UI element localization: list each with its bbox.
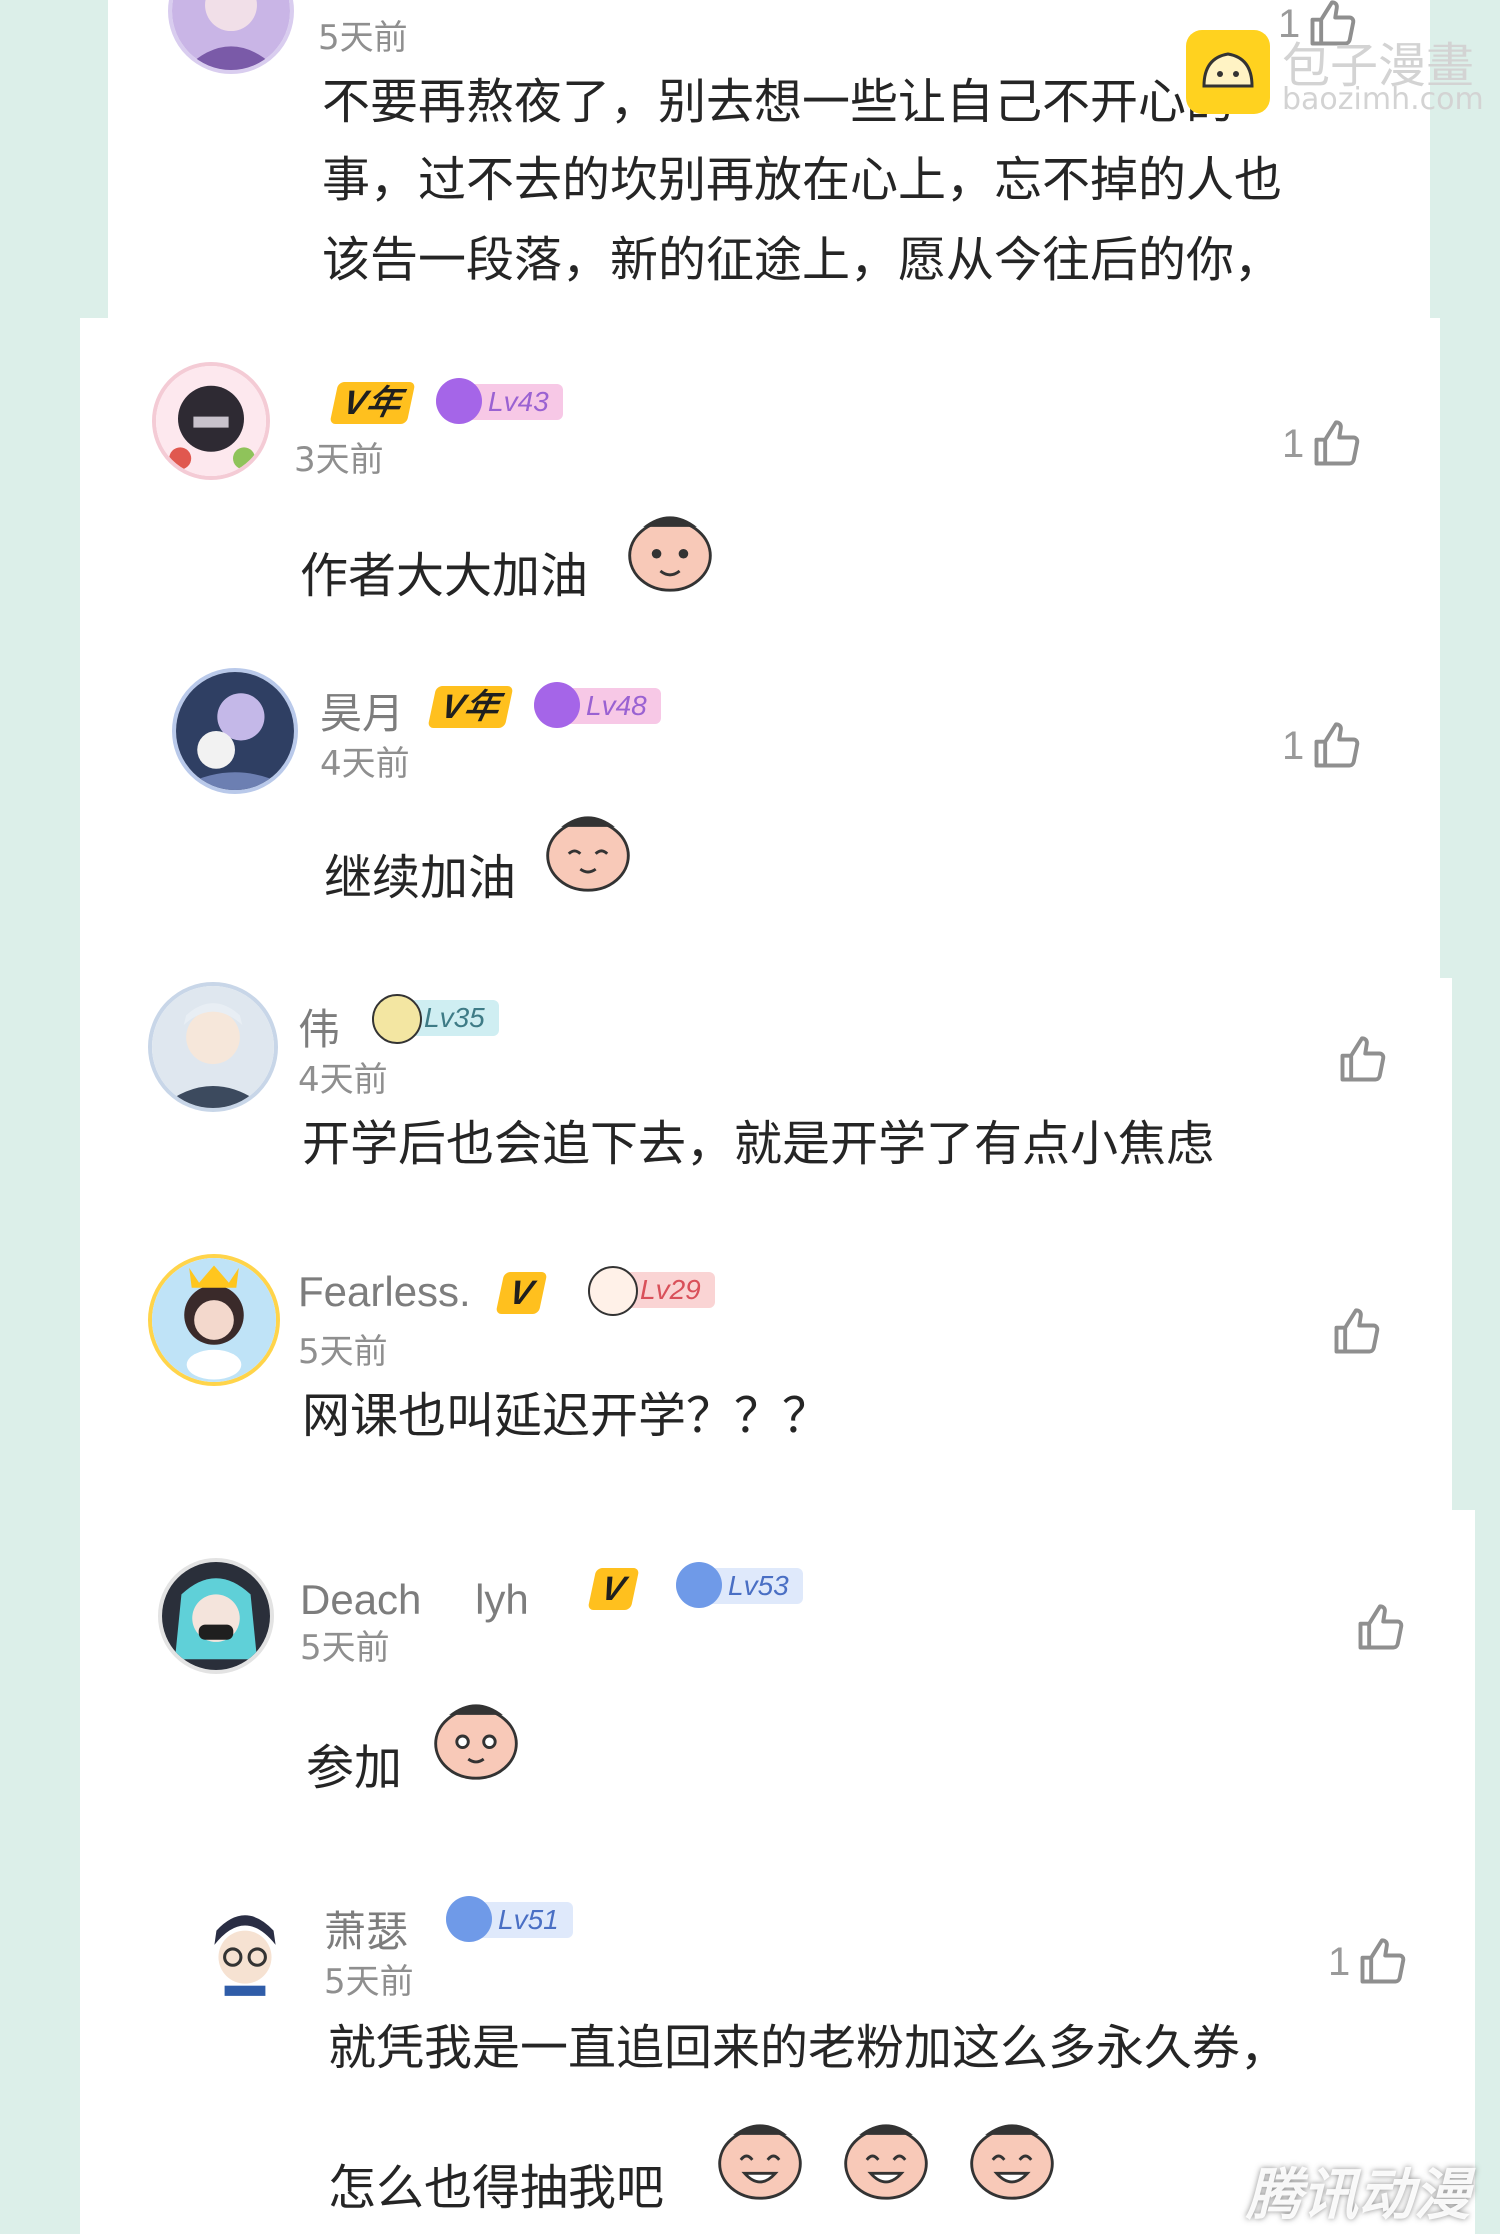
bun-logo-icon	[1186, 30, 1270, 114]
like-count: 1	[1282, 421, 1305, 466]
level-star-icon	[446, 1896, 492, 1942]
comment-time: 5天前	[298, 1332, 388, 1372]
level-badge: Lv35	[372, 994, 499, 1044]
username[interactable]: 伟	[298, 996, 340, 1057]
vip-badge: V	[495, 1272, 548, 1314]
level-text: Lv51	[498, 1904, 559, 1935]
thumbs-up-icon	[1358, 1604, 1404, 1650]
avatar-image-icon	[176, 672, 294, 790]
thumbs-up-icon	[1334, 1308, 1380, 1354]
avatar[interactable]	[158, 1558, 274, 1674]
username[interactable]: 萧瑟	[324, 1898, 408, 1959]
username[interactable]: 昊月	[320, 680, 404, 741]
level-text: Lv29	[640, 1274, 701, 1305]
level-chick-icon	[588, 1266, 638, 1316]
avatar[interactable]	[172, 668, 298, 794]
comment-time: 4天前	[320, 744, 410, 784]
avatar-image-icon	[152, 986, 274, 1108]
level-text: Lv35	[424, 1002, 485, 1033]
comment-time: 4天前	[298, 1060, 388, 1100]
like-button[interactable]: 1	[1328, 1936, 1408, 1988]
level-crown-icon	[436, 378, 482, 424]
level-crown-icon	[534, 682, 580, 728]
comment-card	[80, 318, 1440, 983]
peace-sticker-icon	[428, 1688, 524, 1784]
level-text: Lv48	[586, 690, 647, 721]
level-badge: Lv53	[676, 1562, 803, 1608]
comment-time: 5天前	[300, 1628, 390, 1668]
avatar-image-icon	[152, 1258, 276, 1382]
comment-time: 5天前	[318, 18, 408, 58]
avatar-image-icon	[194, 1900, 296, 2002]
like-count: 1	[1328, 1939, 1351, 1984]
thumbs-up-icon	[1340, 1036, 1386, 1082]
like-count: 1	[1282, 723, 1305, 768]
username[interactable]: Deach lyh	[300, 1566, 529, 1627]
like-button[interactable]: 1	[1282, 720, 1362, 772]
grin-sticker-icon	[964, 2108, 1060, 2204]
comment-text-line: 该告一段落，新的征途上，愿从今往后的你，	[322, 232, 1283, 288]
comment-text-line: 参加	[306, 1740, 403, 1796]
thumbs-up-icon	[1314, 420, 1360, 466]
grin-sticker-icon	[712, 2108, 808, 2204]
level-badge: Lv48	[534, 682, 661, 728]
level-chick-icon	[372, 994, 422, 1044]
grin-sticker-icon	[838, 2108, 934, 2204]
level-star-icon	[676, 1562, 722, 1608]
like-button[interactable]	[1348, 1602, 1406, 1654]
avatar[interactable]	[148, 982, 278, 1112]
level-badge: Lv51	[446, 1896, 573, 1942]
peek-sticker-icon	[622, 500, 718, 596]
brand-url: baozimh.com	[1282, 82, 1484, 117]
comment-time: 5天前	[324, 1962, 414, 2002]
comment-text-line: 作者大大加油	[300, 548, 589, 604]
comment-text-line: 网课也叫延迟开学？？？	[302, 1388, 831, 1444]
level-badge: Lv43	[436, 378, 563, 424]
comment-text-line: 就凭我是一直追回来的老粉加这么多永久券，	[328, 2020, 1289, 2076]
comment-text-line: 事，过不去的坎别再放在心上，忘不掉的人也	[322, 152, 1283, 208]
level-text: Lv43	[488, 386, 549, 417]
like-button[interactable]	[1330, 1034, 1388, 1086]
username[interactable]: Fearless.	[298, 1268, 471, 1316]
thumbs-up-icon	[1360, 1938, 1406, 1984]
vip-badge: V年	[329, 382, 416, 424]
vip-badge: V年	[427, 686, 514, 728]
comment-text-line: 不要再熬夜了，别去想一些让自己不开心的	[322, 74, 1235, 130]
thumbs-up-icon	[1314, 722, 1360, 768]
watermark-logo: 腾讯动漫	[1246, 2163, 1470, 2228]
level-text: Lv53	[728, 1570, 789, 1601]
like-button[interactable]	[1324, 1306, 1382, 1358]
comment-text-line: 开学后也会追下去，就是开学了有点小焦虑	[302, 1116, 1215, 1172]
avatar-image-icon	[162, 1562, 270, 1670]
avatar[interactable]	[190, 1896, 300, 2006]
avatar[interactable]	[148, 1254, 280, 1386]
avatar-image-icon	[156, 366, 266, 476]
like-button[interactable]: 1	[1282, 418, 1362, 470]
comment-text-line: 怎么也得抽我吧	[328, 2160, 665, 2216]
comment-time: 3天前	[294, 440, 384, 480]
vip-badge: V	[587, 1568, 640, 1610]
level-badge: Lv29	[588, 1266, 715, 1316]
smile-sticker-icon	[540, 800, 636, 896]
avatar[interactable]	[152, 362, 270, 480]
comment-text-line: 继续加油	[324, 850, 517, 906]
